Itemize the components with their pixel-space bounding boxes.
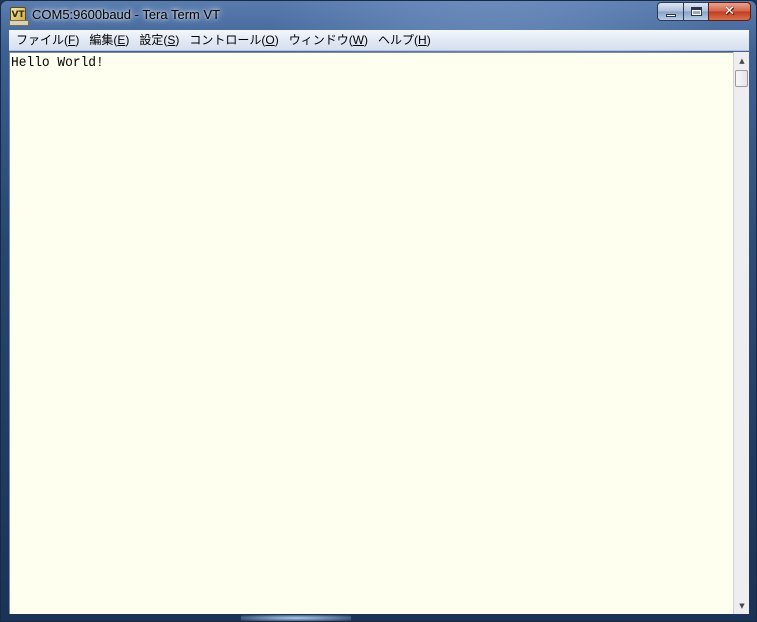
close-icon: ✕	[724, 4, 735, 19]
menu-help[interactable]: ヘルプ(H)	[373, 31, 436, 50]
title-bar[interactable]: VT COM5:9600baud - Tera Term VT ✕	[1, 1, 756, 31]
arrow-down-icon: ▼	[739, 601, 745, 610]
scrollbar-thumb[interactable]	[735, 70, 748, 87]
menu-settings[interactable]: 設定(S)	[134, 31, 184, 50]
scroll-down-button[interactable]: ▼	[734, 597, 750, 614]
window-controls: ✕	[657, 2, 751, 21]
minimize-button[interactable]	[657, 2, 683, 21]
menu-edit[interactable]: 編集(E)	[84, 31, 134, 50]
tera-term-app-icon[interactable]: VT	[9, 7, 29, 26]
menu-window[interactable]: ウィンドウ(W)	[284, 31, 373, 50]
maximize-icon	[690, 7, 702, 16]
frame-glow	[241, 615, 351, 621]
window-title: COM5:9600baud - Tera Term VT	[32, 7, 221, 22]
maximize-button[interactable]	[683, 2, 708, 21]
tera-term-window: VT COM5:9600baud - Tera Term VT ✕ ファイル(F…	[0, 0, 757, 622]
menu-bar: ファイル(F) 編集(E) 設定(S) コントロール(O) ウィンドウ(W) ヘ…	[9, 30, 749, 51]
menu-file[interactable]: ファイル(F)	[11, 31, 84, 50]
vertical-scrollbar[interactable]: ▲ ▼	[733, 52, 749, 614]
minimize-icon	[665, 13, 676, 17]
menu-control[interactable]: コントロール(O)	[184, 31, 283, 50]
terminal-screen[interactable]: Hello World!	[9, 52, 733, 614]
scroll-up-button[interactable]: ▲	[734, 52, 750, 69]
close-button[interactable]: ✕	[708, 2, 751, 21]
terminal-output: Hello World!	[11, 55, 104, 71]
arrow-up-icon: ▲	[739, 56, 745, 65]
